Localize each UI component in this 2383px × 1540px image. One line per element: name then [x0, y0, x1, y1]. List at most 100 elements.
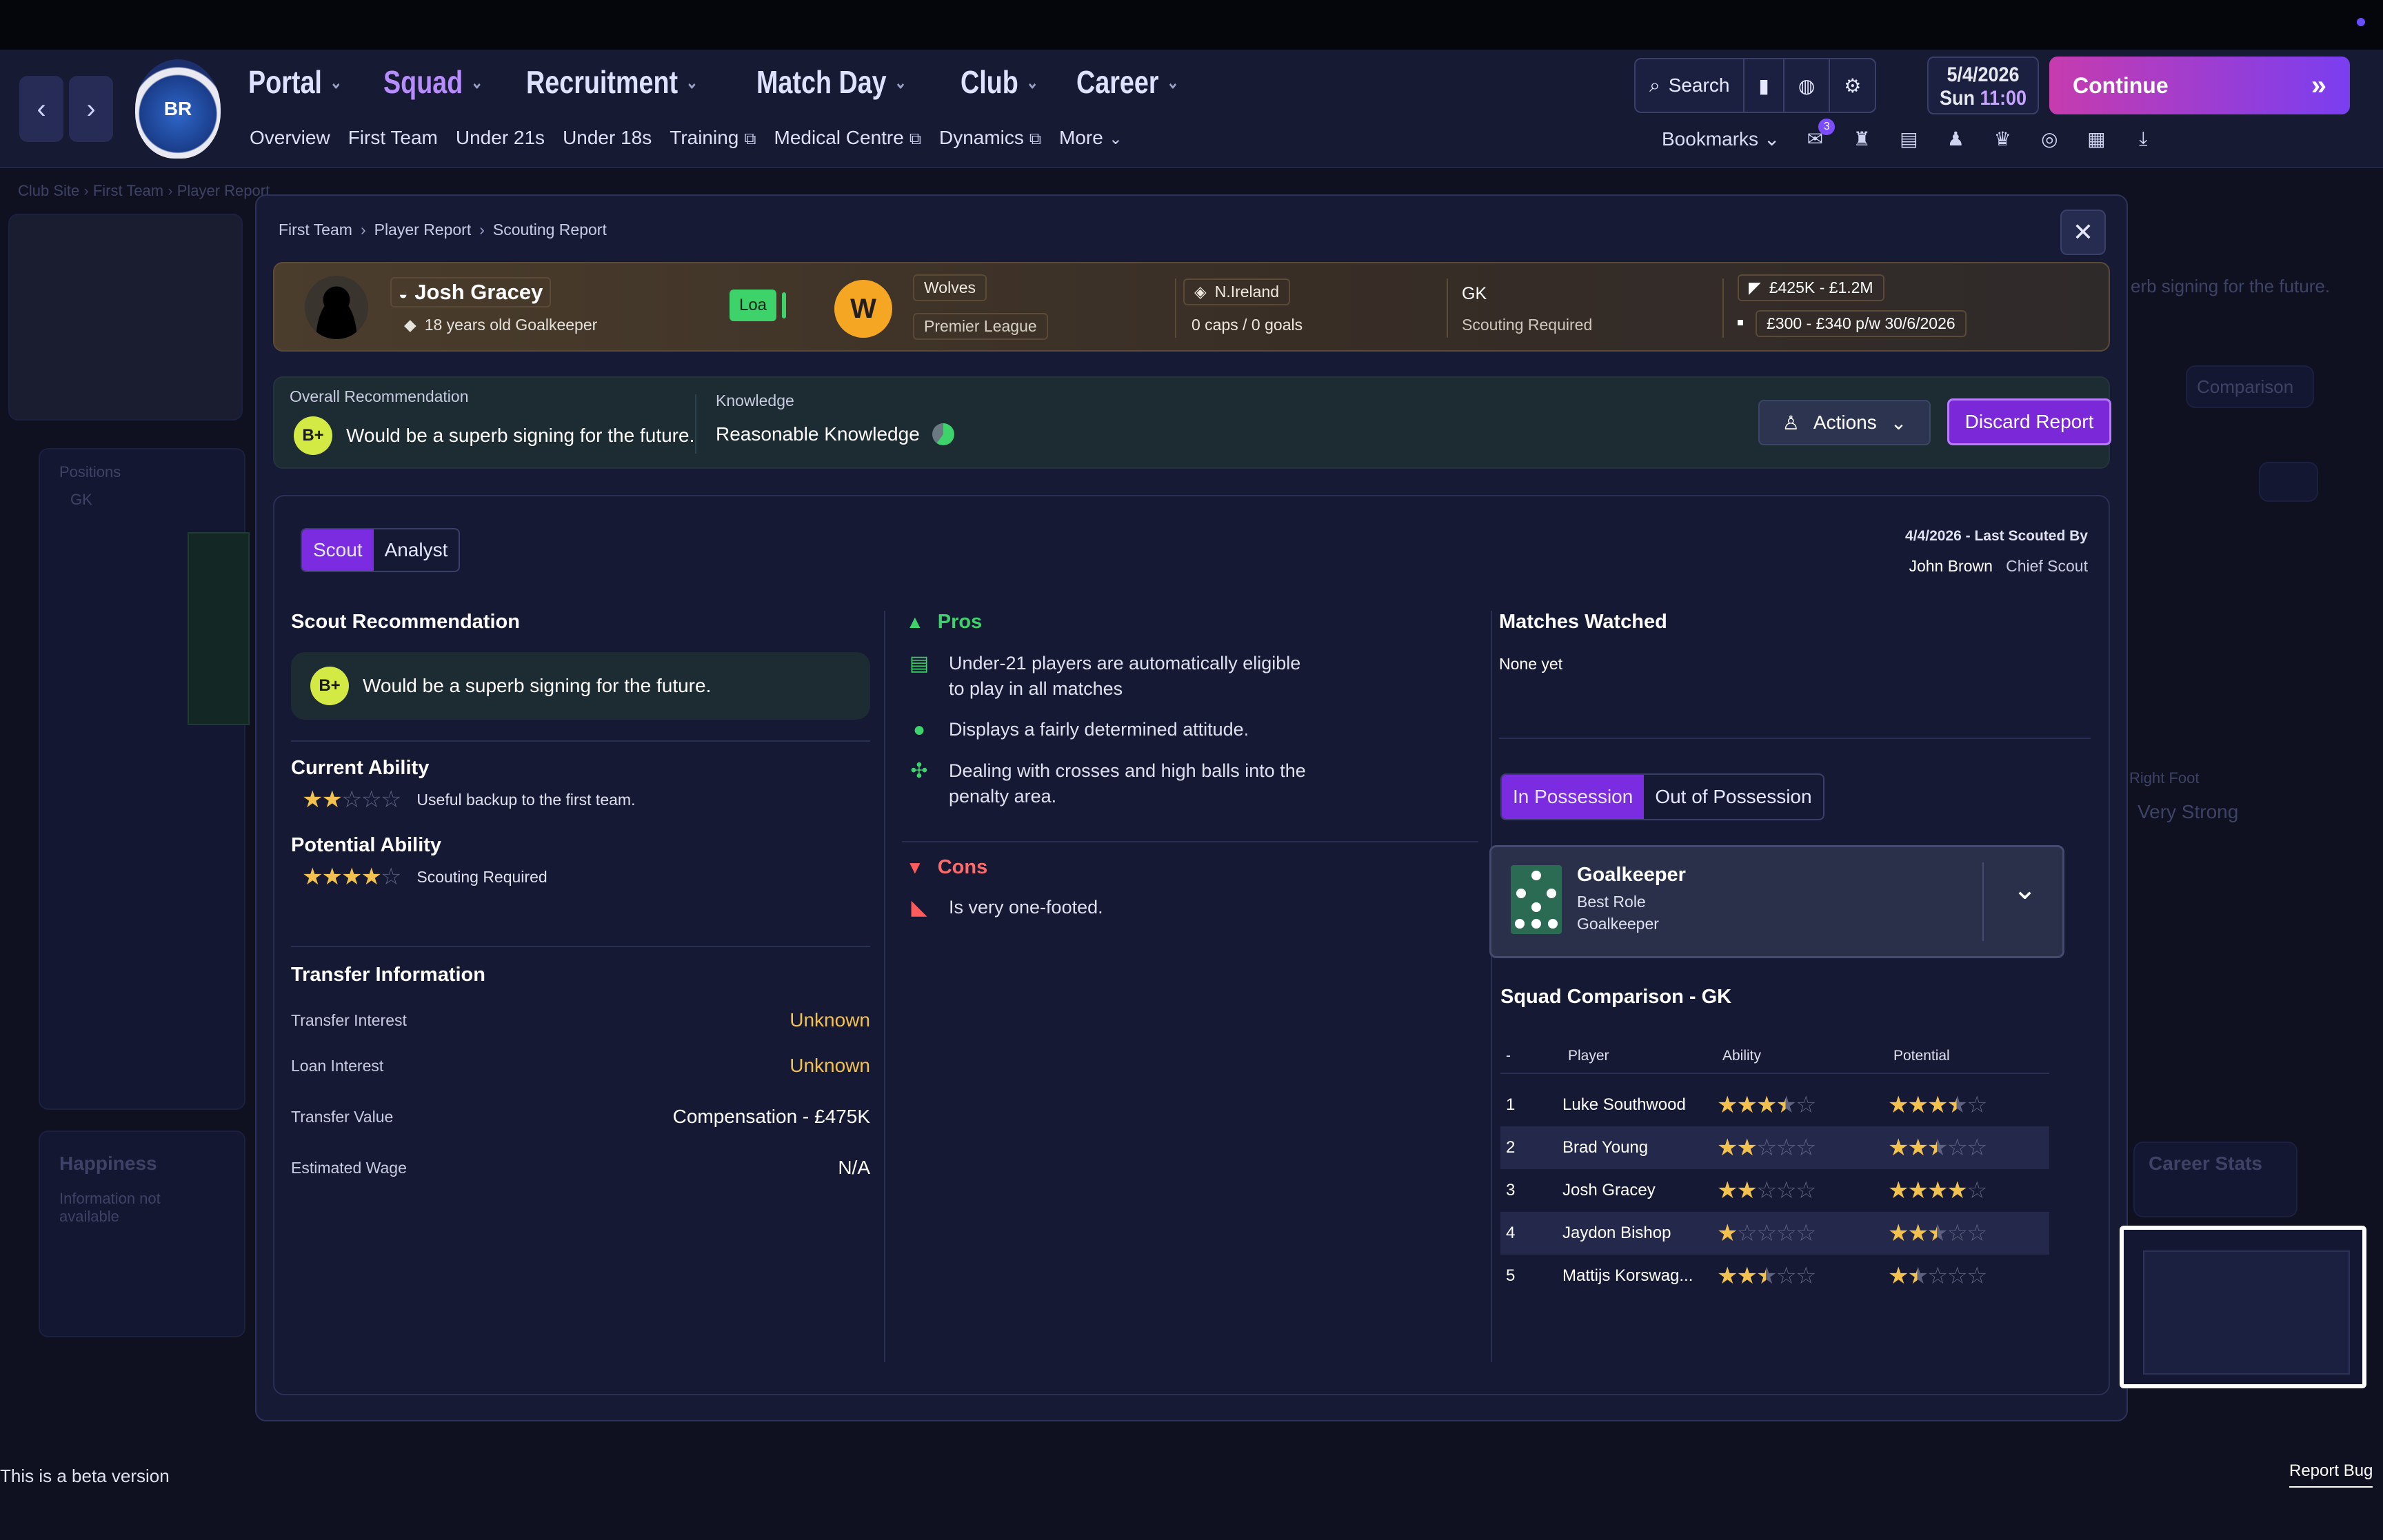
value-range[interactable]: ◤ £425K - £1.2M [1738, 274, 1884, 301]
world-button[interactable]: ◍ [1784, 59, 1831, 112]
subnav-training-label: Training [670, 127, 739, 148]
close-button[interactable]: ✕ [2060, 210, 2106, 255]
player-position: GK [1462, 284, 1487, 303]
calendar-icon[interactable]: ▦ [2084, 127, 2108, 150]
col-header-ability[interactable]: Ability [1722, 1048, 1761, 1064]
wage-contract[interactable]: £300 - £340 p/w 30/6/2026 [1756, 310, 1967, 337]
subnav-under-21s[interactable]: Under 21s [456, 127, 545, 149]
kit-icon[interactable]: ♜ [1850, 127, 1873, 150]
player-name-box[interactable]: ◒ Josh Gracey [390, 277, 552, 307]
matches-watched-title: Matches Watched [1499, 611, 1667, 633]
cons-title: Cons [937, 856, 988, 878]
nav-match-day[interactable]: Match Day ⌄ [756, 63, 907, 101]
continue-button[interactable]: Continue » [2049, 57, 2350, 114]
grade-badge: B+ [310, 667, 349, 705]
gear-icon: ⚙ [1844, 74, 1862, 97]
minimap[interactable] [2120, 1226, 2366, 1388]
main-nav: Portal ⌄ Squad ⌄ Recruitment ⌄ Match Day ⌄ C… [248, 63, 1222, 101]
table-row[interactable]: 4 Jaydon Bishop ★☆☆☆☆ ★★★☆☆ [1500, 1212, 2049, 1255]
beta-notice: This is a beta version [0, 1466, 170, 1486]
player-cell: Jaydon Bishop [1562, 1224, 1671, 1242]
status-dot [2357, 18, 2365, 26]
scout-analyst-tabs: Scout Analyst [301, 528, 461, 572]
forward-button[interactable]: › [69, 76, 113, 142]
sub-nav: Overview First Team Under 21s Under 18s … [250, 127, 1123, 149]
role-selector[interactable]: Goalkeeper Best Role Goalkeeper ⌄ [1489, 845, 2064, 958]
table-row[interactable]: 2 Brad Young ★★☆☆☆ ★★★☆☆ [1500, 1126, 2049, 1169]
notes-icon[interactable]: ▤ [1897, 127, 1920, 150]
potential-ability-title: Potential Ability [291, 834, 442, 856]
download-icon[interactable]: ⤓ [2131, 127, 2155, 150]
row-key: Loan Interest [291, 1056, 384, 1075]
nationality[interactable]: ◈ N.Ireland [1183, 278, 1291, 305]
col-header-player[interactable]: Player [1568, 1048, 1609, 1064]
nav-portal[interactable]: Portal ⌄ [248, 63, 342, 101]
thumbs-down-icon: ▼ [906, 857, 924, 878]
actions-dropdown[interactable]: ♙ Actions ⌄ [1758, 400, 1931, 445]
row-key: Transfer Value [291, 1107, 394, 1126]
pro-line: Dealing with crosses and high balls into… [949, 760, 1306, 781]
club-name[interactable]: Wolves [913, 274, 987, 301]
tab-in-possession[interactable]: In Possession [1502, 775, 1645, 819]
table-row[interactable]: 5 Mattijs Korswag... ★★★☆☆ ★★☆☆☆ [1500, 1255, 2049, 1297]
inbox-icon[interactable]: ✉ 3 [1803, 119, 1836, 150]
report-body: Scout Analyst 4/4/2026 - Last Scouted By… [273, 495, 2110, 1395]
subnav-first-team[interactable]: First Team [348, 127, 438, 149]
focus-icon[interactable]: ◎ [2038, 127, 2061, 150]
player-cell: Brad Young [1562, 1138, 1649, 1157]
crumb-first-team[interactable]: First Team [279, 221, 352, 239]
day-text: Sun [1939, 87, 1975, 110]
current-ability-note: Useful backup to the first team. [416, 790, 636, 809]
date-display[interactable]: 5/4/2026 Sun 11:00 [1927, 57, 2039, 114]
subnav-more[interactable]: More ⌄ [1059, 127, 1123, 149]
discard-report-button[interactable]: Discard Report [1947, 398, 2111, 445]
table-row[interactable]: 3 Josh Gracey ★★☆☆☆ ★★★★☆ [1500, 1169, 2049, 1212]
trophy-icon[interactable]: ♛ [1991, 127, 2014, 150]
back-button[interactable]: ‹ [19, 76, 63, 142]
chevron-down-icon[interactable]: ⌄ [2013, 872, 2037, 906]
person-icon: ♙ [1782, 412, 1800, 434]
staff-icon[interactable]: ♟ [1944, 127, 1967, 150]
settings-button[interactable]: ⚙ [1830, 59, 1875, 112]
nav-recruitment[interactable]: Recruitment ⌄ [526, 63, 698, 101]
nav-club[interactable]: Club ⌄ [961, 63, 1038, 101]
tab-out-of-possession[interactable]: Out of Possession [1644, 775, 1822, 819]
subnav-under-18s[interactable]: Under 18s [563, 127, 652, 149]
ability-stars: ★★★★☆ [1717, 1092, 1816, 1118]
bookmarks-dropdown[interactable]: Bookmarks ⌄ [1662, 128, 1780, 150]
subnav-medical-centre[interactable]: Medical Centre ⧉ [774, 127, 921, 149]
tab-analyst[interactable]: Analyst [374, 529, 459, 571]
nav-squad[interactable]: Squad ⌄ [383, 63, 483, 101]
subnav-training[interactable]: Training ⧉ [670, 127, 756, 149]
bookmarks-bar: Bookmarks ⌄ ✉ 3 ♜ ▤ ♟ ♛ ◎ ▦ ⤓ [1662, 119, 2155, 150]
table-row[interactable]: 1 Luke Southwood ★★★★☆ ★★★★☆ [1500, 1084, 2049, 1126]
nav-career[interactable]: Career ⌄ [1076, 63, 1179, 101]
crosses-icon: ✣ [910, 760, 928, 782]
scout-recommendation: B+ Would be a superb signing for the fut… [291, 652, 870, 720]
bg-happiness-title: Happiness [59, 1153, 157, 1174]
loan-status-badge[interactable]: Loa [730, 290, 786, 321]
bookmark-button[interactable]: ▮ [1744, 59, 1784, 112]
role-label: Best Role [1577, 893, 1646, 911]
pro-text: Displays a fairly determined attitude. [949, 719, 1249, 740]
scout-role: Chief Scout [2006, 557, 2088, 575]
search-button[interactable]: ⌕ Search [1636, 59, 1745, 112]
current-ability-stars: ★★☆☆☆ [302, 787, 401, 813]
globe-icon: ◍ [1798, 74, 1816, 97]
tab-scout[interactable]: Scout [302, 529, 374, 571]
crumb-player-report[interactable]: Player Report [374, 221, 472, 239]
subnav-overview[interactable]: Overview [250, 127, 330, 149]
external-link-icon: ⧉ [744, 130, 756, 148]
club-crest[interactable]: BR [135, 59, 221, 159]
bg-crumb: Club Site [18, 182, 80, 199]
report-bug-link[interactable]: Report Bug [2289, 1461, 2373, 1488]
knowledge-pie-icon [932, 423, 954, 445]
scout-name[interactable]: John Brown [1909, 557, 1992, 575]
col-header-potential[interactable]: Potential [1893, 1048, 1950, 1064]
potential-stars: ★★★★☆ [1888, 1092, 1987, 1118]
subnav-dynamics[interactable]: Dynamics ⧉ [939, 127, 1041, 149]
info-icon: ◆ [404, 316, 416, 334]
league-name[interactable]: Premier League [913, 313, 1048, 340]
club-logo[interactable]: W [834, 280, 892, 338]
player-cell: Luke Southwood [1562, 1095, 1686, 1114]
